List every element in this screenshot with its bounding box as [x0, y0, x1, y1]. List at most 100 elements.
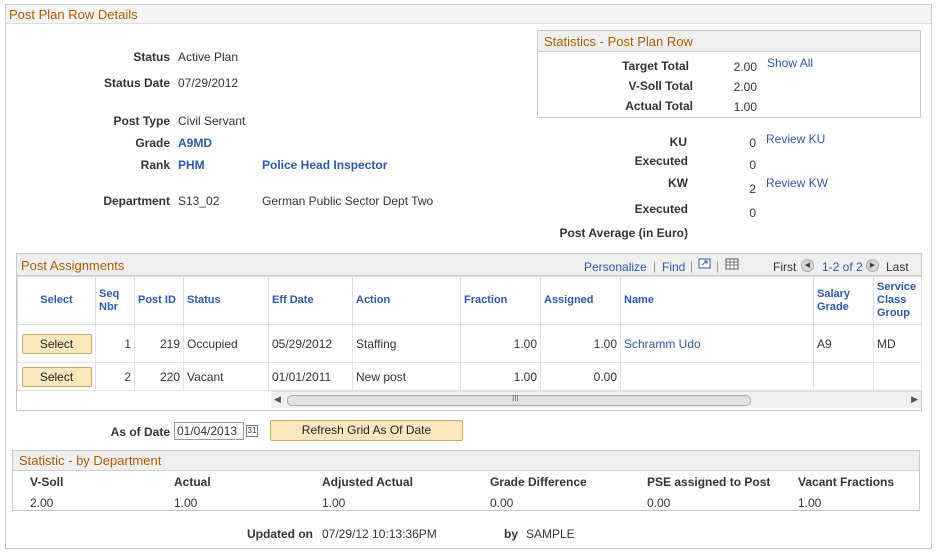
column-header-status[interactable]: Status	[183, 276, 269, 325]
refresh-grid-button[interactable]: Refresh Grid As Of Date	[270, 420, 463, 441]
post-type-label: Post Type	[113, 114, 170, 128]
find-link[interactable]: Find	[662, 260, 685, 274]
service-class-cell: MD	[873, 324, 922, 363]
status-label: Status	[133, 50, 170, 64]
select-row-1-button[interactable]: Select	[21, 333, 92, 354]
actual-value: 1.00	[174, 496, 198, 510]
vsoll-header: V-Soll	[30, 475, 64, 489]
column-header-assigned[interactable]: Assigned	[540, 276, 621, 325]
review-kw-link[interactable]: Review KW	[766, 176, 828, 190]
horizontal-scrollbar[interactable]: ◀ III ▶	[271, 391, 921, 408]
seq-cell: 2	[95, 362, 135, 391]
seq-cell: 1	[95, 324, 135, 363]
post-average-label: Post Average (in Euro)	[559, 226, 688, 240]
dept-statistics-title: Statistic - by Department	[13, 451, 919, 471]
rank-code-link[interactable]: PHM	[178, 158, 205, 172]
column-header-seq-nbr[interactable]: Seq Nbr	[95, 276, 135, 325]
first-label: First	[773, 260, 797, 274]
action-cell: Staffing	[352, 324, 461, 363]
personalize-link[interactable]: Personalize	[584, 260, 647, 274]
row-range-label: 1-2 of 2	[822, 260, 863, 274]
by-value: SAMPLE	[526, 527, 575, 541]
scrollbar-thumb[interactable]: III	[287, 394, 751, 406]
ku-label: KU	[669, 135, 687, 149]
service-class-cell	[873, 362, 922, 391]
eff-date-cell: 01/01/2011	[268, 362, 353, 391]
statistics-box-title: Statistics - Post Plan Row	[538, 31, 920, 52]
ku-value: 0	[749, 136, 756, 150]
status-date-value: 07/29/2012	[178, 76, 239, 90]
grid-header-bar: Post Assignments Personalize | Find | | …	[17, 254, 921, 276]
grade-link[interactable]: A9MD	[178, 136, 212, 150]
table-row: Select 1 219 Occupied 05/29/2012 Staffin…	[17, 324, 922, 363]
assigned-cell: 0.00	[540, 362, 621, 391]
status-cell: Vacant	[183, 362, 269, 391]
show-all-link[interactable]: Show All	[767, 56, 813, 70]
target-total-label: Target Total	[622, 59, 689, 73]
post-id-cell: 220	[134, 362, 184, 391]
updated-on-value: 07/29/12 10:13:36PM	[322, 527, 437, 541]
as-of-date-input[interactable]	[174, 422, 244, 440]
by-label: by	[503, 527, 518, 541]
vacant-fractions-value: 1.00	[798, 496, 822, 510]
post-type-value: Civil Servant	[178, 114, 246, 128]
column-header-post-id[interactable]: Post ID	[134, 276, 184, 325]
rank-description-link[interactable]: Police Head Inspector	[262, 158, 387, 172]
vsoll-total-value: 2.00	[733, 80, 757, 94]
scroll-right-icon[interactable]: ▶	[911, 394, 918, 405]
adjusted-actual-value: 1.00	[322, 496, 346, 510]
download-grid-icon[interactable]	[725, 258, 740, 270]
assigned-cell: 1.00	[540, 324, 621, 363]
fraction-cell: 1.00	[460, 362, 541, 391]
review-ku-link[interactable]: Review KU	[766, 132, 825, 146]
actual-header: Actual	[174, 475, 211, 489]
updated-on-label: Updated on	[247, 527, 313, 541]
select-row-2-button[interactable]: Select	[21, 366, 92, 387]
department-code: S13_02	[178, 194, 220, 208]
column-header-fraction[interactable]: Fraction	[460, 276, 541, 325]
calendar-icon[interactable]: 31	[246, 425, 258, 437]
salary-grade-cell	[813, 362, 874, 391]
next-row-icon[interactable]: ▶	[866, 258, 879, 273]
status-value: Active Plan	[178, 50, 239, 64]
ku-executed-label: Executed	[634, 154, 688, 168]
column-header-salary-grade[interactable]: Salary Grade	[813, 276, 874, 325]
pse-assigned-header: PSE assigned to Post	[647, 475, 771, 489]
action-cell: New post	[352, 362, 461, 391]
column-header-eff-date[interactable]: Eff Date	[268, 276, 353, 325]
vsoll-value: 2.00	[30, 496, 54, 510]
table-row: Select 2 220 Vacant 01/01/2011 New post …	[17, 362, 922, 391]
column-header-select: Select	[17, 276, 96, 325]
as-of-date-label: As of Date	[110, 425, 170, 439]
fraction-cell: 1.00	[460, 324, 541, 363]
vsoll-total-label: V-Soll Total	[628, 79, 693, 93]
kw-executed-value: 0	[749, 206, 756, 220]
column-header-action[interactable]: Action	[352, 276, 461, 325]
post-assignments-table: Select Seq Nbr Post ID Status Eff Date A…	[17, 276, 922, 391]
name-link[interactable]: Schramm Udo	[620, 324, 814, 363]
salary-grade-cell: A9	[813, 324, 874, 363]
grade-label: Grade	[135, 136, 170, 150]
department-description: German Public Sector Dept Two	[262, 194, 434, 208]
eff-date-cell: 05/29/2012	[268, 324, 353, 363]
kw-value: 2	[749, 182, 756, 196]
post-id-cell: 219	[134, 324, 184, 363]
rank-label: Rank	[140, 158, 170, 172]
actual-total-label: Actual Total	[625, 99, 693, 113]
target-total-value: 2.00	[733, 60, 757, 74]
view-all-icon[interactable]	[698, 258, 712, 270]
column-header-name[interactable]: Name	[620, 276, 814, 325]
vacant-fractions-header: Vacant Fractions	[798, 475, 895, 489]
post-assignments-grid: Post Assignments Personalize | Find | | …	[16, 253, 922, 411]
actual-total-value: 1.00	[733, 100, 757, 114]
status-cell: Occupied	[183, 324, 269, 363]
kw-label: KW	[668, 176, 688, 190]
name-link[interactable]	[620, 362, 814, 391]
kw-executed-label: Executed	[634, 202, 688, 216]
grade-difference-value: 0.00	[490, 496, 514, 510]
pse-assigned-value: 0.00	[647, 496, 671, 510]
column-header-service-class-group[interactable]: Service Class Group	[873, 276, 922, 325]
grade-difference-header: Grade Difference	[490, 475, 587, 489]
previous-row-icon[interactable]: ◀	[801, 258, 814, 273]
scroll-left-icon[interactable]: ◀	[274, 394, 281, 405]
